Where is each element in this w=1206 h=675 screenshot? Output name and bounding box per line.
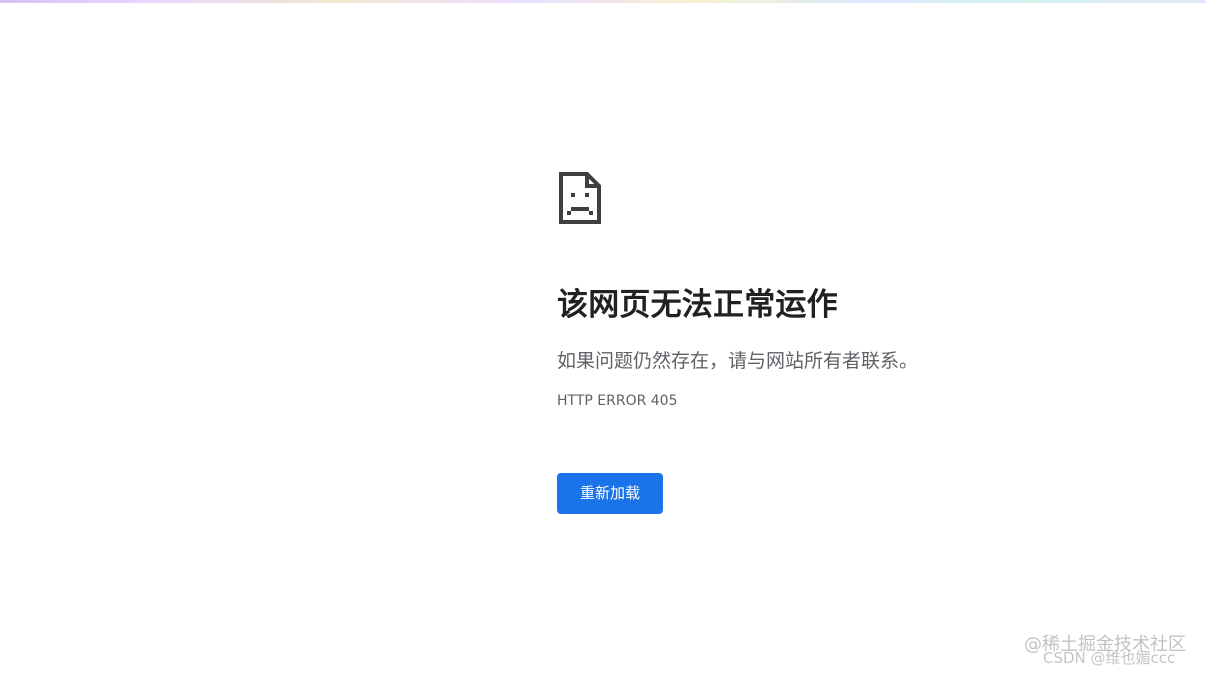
csdn-watermark: CSDN @维也媚ccc xyxy=(1043,649,1176,667)
reload-button[interactable]: 重新加载 xyxy=(557,472,663,514)
error-title: 该网页无法正常运作 xyxy=(557,287,838,323)
http-error-code: HTTP ERROR 405 xyxy=(557,392,678,409)
browser-error-page: 该网页无法正常运作 如果问题仍然存在，请与网站所有者联系。 HTTP ERROR… xyxy=(0,0,1206,675)
error-message: 如果问题仍然存在，请与网站所有者联系。 xyxy=(557,349,919,372)
top-color-strip xyxy=(0,0,1206,3)
sad-page-icon xyxy=(559,172,601,224)
error-content: 该网页无法正常运作 如果问题仍然存在，请与网站所有者联系。 HTTP ERROR… xyxy=(557,170,1077,514)
